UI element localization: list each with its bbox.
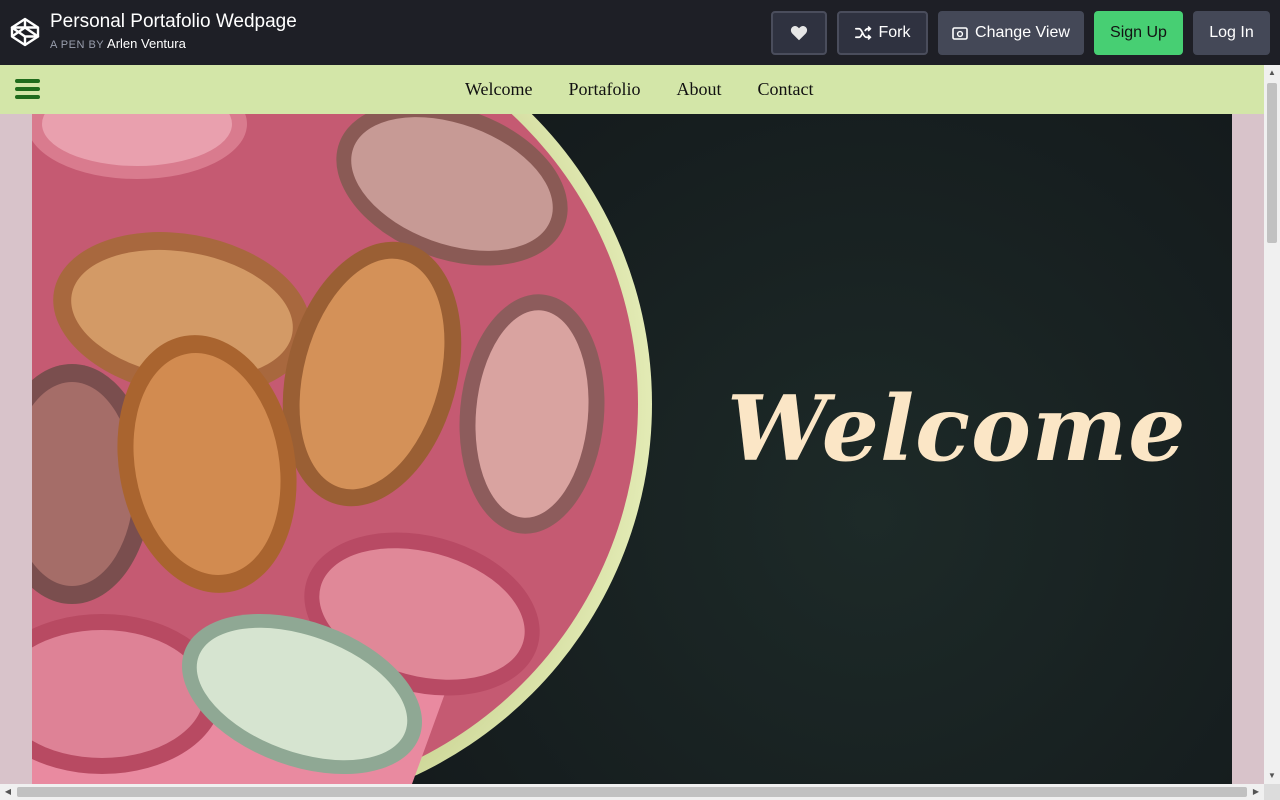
vertical-scrollbar[interactable]: ▲ ▼ (1264, 65, 1280, 784)
hero-title: Welcome (727, 376, 1187, 482)
scroll-left-arrow-icon[interactable]: ◀ (0, 784, 16, 800)
scroll-down-arrow-icon[interactable]: ▼ (1264, 768, 1280, 784)
fork-button[interactable]: Fork (837, 11, 928, 55)
vertical-scroll-thumb[interactable] (1267, 83, 1277, 243)
sign-up-button[interactable]: Sign Up (1094, 11, 1183, 55)
fork-icon (854, 26, 872, 40)
fork-label: Fork (878, 24, 911, 41)
codepen-header: Personal Portafolio Wedpage A PEN BY Arl… (0, 0, 1280, 65)
heart-button[interactable] (771, 11, 827, 55)
change-view-label: Change View (975, 24, 1070, 41)
byline-prefix: A PEN BY (50, 39, 105, 51)
hamburger-menu-icon[interactable] (15, 79, 40, 99)
codepen-logo-icon[interactable] (9, 16, 41, 48)
log-in-button[interactable]: Log In (1193, 11, 1270, 55)
horizontal-scrollbar[interactable]: ◀ ▶ (0, 784, 1264, 800)
author-link[interactable]: Arlen Ventura (107, 36, 186, 51)
horizontal-scroll-thumb[interactable] (17, 787, 1247, 797)
nav-link-welcome[interactable]: Welcome (465, 79, 533, 100)
hero-section: Welcome (32, 114, 1232, 784)
heart-icon (790, 26, 808, 41)
preview-frame: Welcome Portafolio About Contact Welcome (0, 65, 1264, 784)
pen-byline: A PEN BY Arlen Ventura (50, 36, 186, 51)
scroll-up-arrow-icon[interactable]: ▲ (1264, 65, 1280, 81)
change-view-button[interactable]: Change View (938, 11, 1084, 55)
scroll-right-arrow-icon[interactable]: ▶ (1248, 784, 1264, 800)
scrollbar-corner (1264, 784, 1280, 800)
nav-link-portafolio[interactable]: Portafolio (569, 79, 641, 100)
change-view-icon (952, 26, 968, 40)
nav-link-contact[interactable]: Contact (758, 79, 814, 100)
nav-link-about[interactable]: About (677, 79, 722, 100)
site-navbar: Welcome Portafolio About Contact (0, 65, 1264, 114)
nav-links: Welcome Portafolio About Contact (465, 79, 814, 100)
pen-title: Personal Portafolio Wedpage (50, 11, 297, 32)
